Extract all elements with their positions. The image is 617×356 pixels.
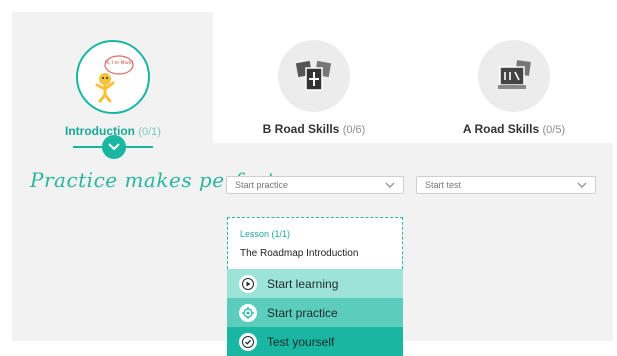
menu-item-label: Start learning	[267, 276, 339, 291]
test-dropdown[interactable]: Start test	[416, 176, 596, 194]
test-dropdown-value: Start test	[425, 180, 462, 190]
section-count: (0/5)	[542, 124, 566, 136]
introduction-badge[interactable]: Hi, I'm Mark!	[76, 40, 150, 114]
section-b-road-skills[interactable]: B Road Skills (0/6)	[224, 40, 404, 136]
a-road-skills-badge[interactable]	[478, 40, 550, 112]
practice-dropdown[interactable]: Start practice	[226, 176, 404, 194]
section-introduction[interactable]: Hi, I'm Mark! Introduction (0/1)	[23, 40, 203, 138]
section-label: B Road Skills (0/6)	[262, 122, 366, 136]
target-icon	[239, 303, 257, 322]
start-practice-item[interactable]: Start practice	[227, 298, 403, 327]
menu-item-label: Start practice	[267, 305, 338, 320]
lesson-header: Lesson (1/1) The Roadmap Introduction	[227, 217, 403, 269]
section-label: A Road Skills (0/5)	[462, 122, 566, 136]
b-road-skills-badge[interactable]	[278, 40, 350, 112]
chevron-down-icon	[577, 182, 587, 188]
mascot-speech: Hi, I'm Mark!	[105, 60, 134, 66]
mascot-icon: Hi, I'm Mark!	[95, 55, 134, 103]
road-signs-icon	[498, 60, 531, 89]
section-count: (0/6)	[342, 124, 366, 136]
menu-item-label: Test yourself	[267, 334, 335, 349]
chevron-down-icon	[385, 182, 395, 188]
section-count: (0/1)	[138, 126, 161, 138]
road-signs-icon	[295, 60, 332, 91]
play-icon	[239, 274, 257, 293]
chevron-down-icon[interactable]	[102, 135, 126, 159]
section-a-road-skills[interactable]: A Road Skills (0/5)	[424, 40, 604, 136]
check-icon	[239, 332, 257, 351]
practice-dropdown-menu: Lesson (1/1) The Roadmap Introduction St…	[227, 217, 403, 356]
test-yourself-item[interactable]: Test yourself	[227, 327, 403, 356]
lesson-title: The Roadmap Introduction	[240, 248, 359, 259]
lesson-count: Lesson (1/1)	[240, 229, 291, 239]
practice-dropdown-value: Start practice	[235, 180, 289, 190]
start-learning-item[interactable]: Start learning	[227, 269, 403, 298]
